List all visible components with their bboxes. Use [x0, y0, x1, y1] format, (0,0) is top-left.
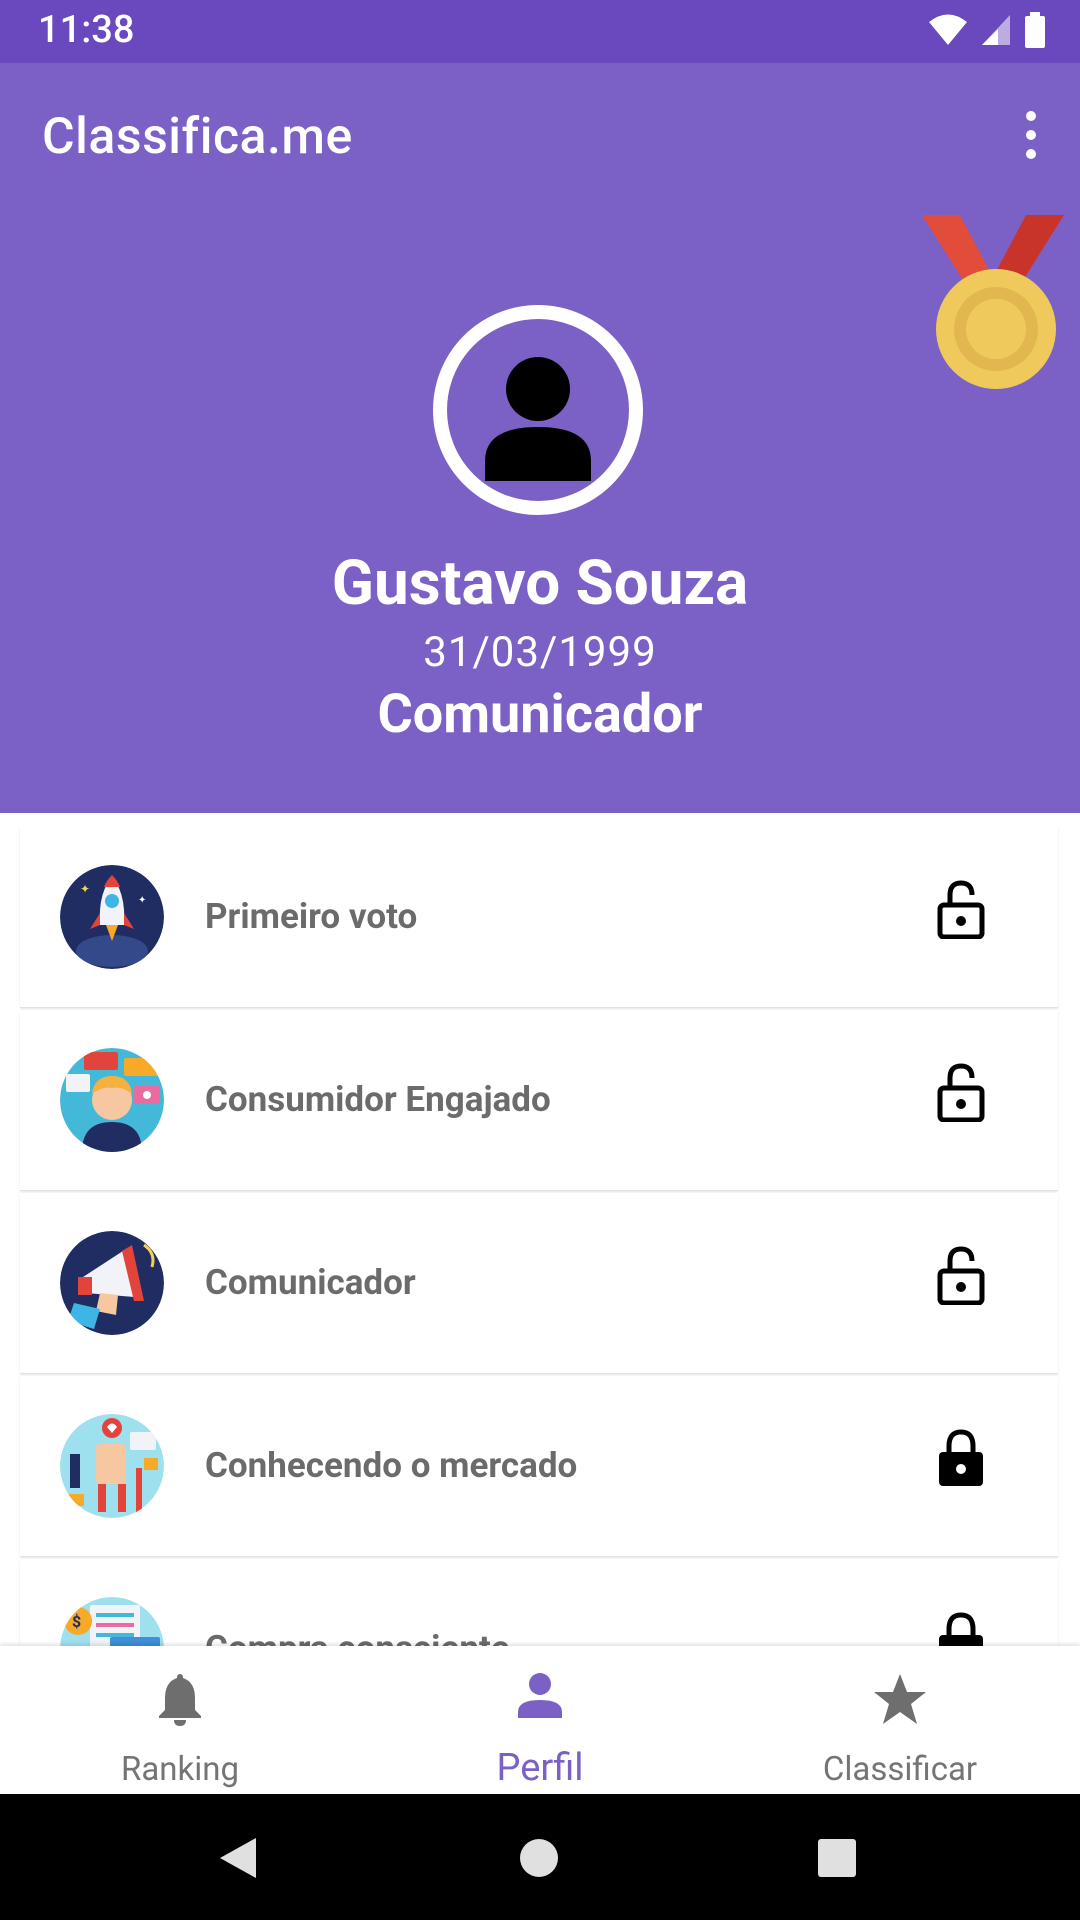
person-avatar-icon: [485, 357, 591, 481]
user-title: Comunicador: [377, 683, 703, 746]
app-title: Classifica.me: [42, 108, 353, 166]
home-icon[interactable]: [519, 1838, 559, 1878]
achievement-label: Comunicador: [205, 1262, 416, 1303]
achievement-label: Primeiro voto: [205, 896, 418, 937]
nav-item-ranking[interactable]: Ranking: [0, 1646, 360, 1794]
recents-icon[interactable]: [817, 1838, 857, 1878]
svg-text:✦: ✦: [138, 895, 146, 906]
svg-text:$: $: [72, 1612, 81, 1631]
nav-item-classificar[interactable]: Classificar: [720, 1646, 1080, 1794]
back-icon[interactable]: [218, 1836, 258, 1880]
achievement-label: Conhecendo o mercado: [205, 1445, 578, 1486]
battery-icon: [1025, 12, 1045, 48]
achievement-item[interactable]: Conhecendo o mercado: [20, 1376, 1058, 1557]
medal-icon: [922, 215, 1064, 389]
system-navigation-bar: [0, 1794, 1080, 1920]
bell-icon: [159, 1674, 201, 1726]
user-name: Gustavo Souza: [331, 547, 749, 620]
status-time: 11:38: [38, 8, 135, 52]
achievement-item[interactable]: ✦ ✦ Primeiro voto: [20, 827, 1058, 1008]
achievement-list[interactable]: ✦ ✦ Primeiro voto Consumidor Engajado Co…: [0, 813, 1080, 1646]
locked-lock-icon: [939, 1429, 983, 1486]
nav-label: Perfil: [496, 1746, 584, 1790]
unlocked-lock-icon: [937, 1063, 985, 1122]
locked-lock-icon: [939, 1612, 983, 1646]
achievement-item[interactable]: Consumidor Engajado: [20, 1010, 1058, 1191]
menu-dot: [1026, 130, 1036, 140]
achievement-label: Compra consciente: [205, 1559, 510, 1646]
profile-avatar[interactable]: [433, 305, 643, 515]
conscious-purchase-icon: $: [60, 1597, 164, 1646]
status-icons: [928, 12, 1046, 48]
achievement-item[interactable]: $ Compra consciente: [20, 1559, 1058, 1646]
cell-signal-icon: [982, 15, 1010, 45]
menu-dot: [1026, 149, 1036, 159]
market-icon: [60, 1414, 164, 1518]
bottom-navigation: Ranking Perfil Classificar: [0, 1646, 1080, 1794]
rocket-icon: ✦ ✦: [60, 865, 164, 969]
megaphone-icon: [60, 1231, 164, 1335]
profile-header: Classifica.me Gustavo Souza 31/03/1999 C…: [0, 63, 1080, 813]
wifi-icon: [929, 14, 967, 45]
unlocked-lock-icon: [937, 1246, 985, 1305]
unlocked-lock-icon: [937, 880, 985, 939]
person-icon: [518, 1673, 562, 1718]
user-birth-date: 31/03/1999: [423, 628, 657, 677]
svg-text:✦: ✦: [80, 882, 90, 896]
star-icon: [874, 1674, 926, 1724]
menu-dot: [1026, 111, 1036, 121]
overflow-menu-button[interactable]: [1016, 111, 1046, 159]
nav-item-perfil[interactable]: Perfil: [360, 1646, 720, 1794]
nav-label: Ranking: [120, 1750, 239, 1789]
reviewer-icon: [60, 1048, 164, 1152]
status-bar: 11:38: [0, 0, 1080, 63]
achievement-item[interactable]: Comunicador: [20, 1193, 1058, 1374]
achievement-label: Consumidor Engajado: [205, 1079, 551, 1120]
nav-label: Classificar: [822, 1750, 978, 1789]
